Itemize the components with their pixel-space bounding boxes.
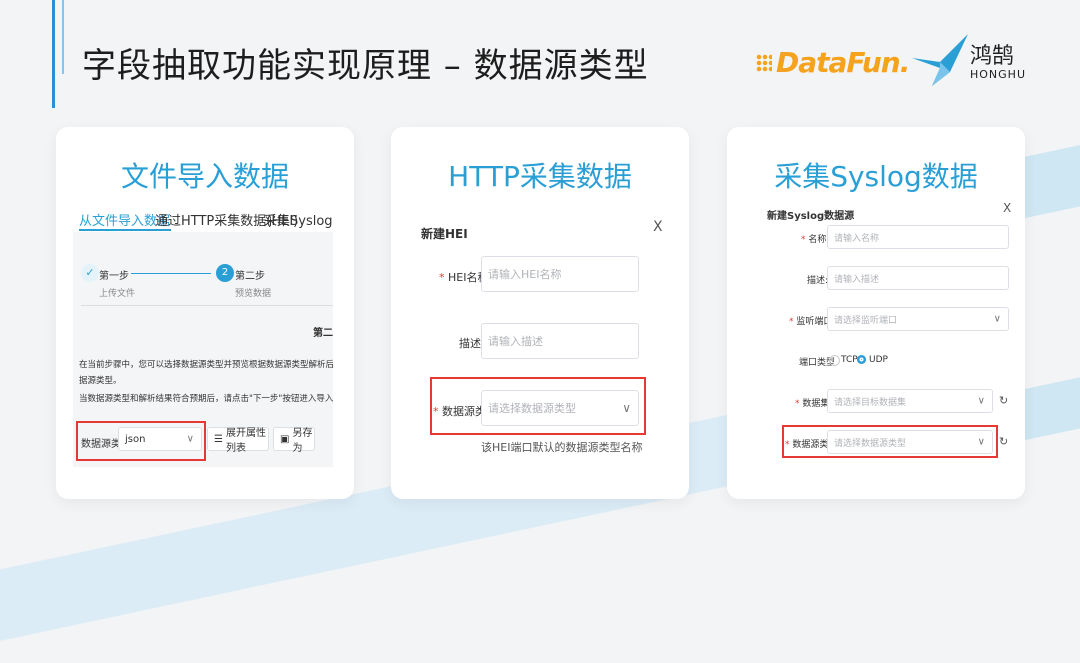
highlight-box bbox=[430, 377, 646, 435]
hei-name-placeholder: 请输入HEI名称 bbox=[488, 268, 562, 281]
save-icon: ▣ bbox=[280, 433, 290, 445]
dialog-title: 新建HEI bbox=[421, 227, 468, 241]
step-2-sub: 预览数据 bbox=[235, 289, 272, 299]
dataset-select[interactable]: 请选择目标数据集 ∨ bbox=[827, 389, 993, 413]
tab-syslog[interactable]: 采集Syslog数据 bbox=[264, 210, 333, 229]
dialog-title: 新建Syslog数据源 bbox=[767, 211, 855, 222]
save-as-button[interactable]: ▣ 另存为 bbox=[273, 427, 315, 454]
highlight-box bbox=[782, 425, 998, 458]
bird-icon bbox=[912, 34, 968, 86]
save-as-label: 另存为 bbox=[292, 428, 313, 454]
accent-line bbox=[52, 0, 55, 108]
udp-radio[interactable] bbox=[857, 355, 866, 364]
card-http: HTTP采集数据 新建HEI X * HEI名称: 请输入HEI名称 描述: 请… bbox=[391, 127, 689, 499]
honghu-logo-en: HONGHU bbox=[970, 68, 1027, 81]
name-input[interactable]: 请输入名称 bbox=[827, 225, 1009, 249]
name-label: * 名称: bbox=[801, 232, 829, 245]
required-mark: * bbox=[439, 271, 448, 284]
listen-port-select[interactable]: 请选择监听端口 ∨ bbox=[827, 307, 1009, 331]
honghu-logo: 鸿鹄 HONGHU bbox=[910, 32, 1030, 92]
listen-port-placeholder: 请选择监听端口 bbox=[834, 315, 898, 326]
highlight-box bbox=[76, 421, 206, 461]
description-placeholder: 请输入描述 bbox=[488, 335, 543, 348]
step-2-label: 第二步 bbox=[235, 271, 265, 282]
card-file-import: 文件导入数据 从文件导入数据 通过HTTP采集数据(HEI) 采集Syslog数… bbox=[56, 127, 354, 499]
description-placeholder: 请输入描述 bbox=[834, 274, 880, 285]
name-placeholder: 请输入名称 bbox=[834, 233, 880, 244]
step-connector bbox=[131, 273, 211, 274]
step-1-label: 第一步 bbox=[99, 271, 129, 282]
datafun-logo-text: DataFun. bbox=[776, 46, 910, 79]
instruction-text-1: 在当前步骤中，您可以选择数据源类型并预览根据数据源类型解析后的数据内容。您可以通… bbox=[79, 360, 333, 370]
step-divider bbox=[81, 305, 333, 306]
dataset-placeholder: 请选择目标数据集 bbox=[834, 397, 907, 408]
instruction-text-2: 当数据源类型和解析结果符合预期后，请点击"下一步"按钮进入导入数据页面。 bbox=[79, 394, 333, 404]
tab-active-underline bbox=[79, 229, 171, 231]
chevron-down-icon: ∨ bbox=[977, 395, 985, 407]
description-input[interactable]: 请输入描述 bbox=[481, 323, 639, 359]
card-syslog: 采集Syslog数据 新建Syslog数据源 X * 名称: 请输入名称 描述:… bbox=[727, 127, 1025, 499]
datasource-type-hint: 该HEI端口默认的数据源类型名称 bbox=[481, 441, 643, 454]
close-icon[interactable]: X bbox=[1003, 201, 1011, 215]
refresh-icon[interactable]: ↻ bbox=[999, 394, 1008, 407]
step-1-sub: 上传文件 bbox=[99, 289, 136, 299]
card-title: 采集Syslog数据 bbox=[774, 160, 978, 193]
expand-attributes-label: 展开属性列表 bbox=[225, 428, 266, 454]
close-icon[interactable]: X bbox=[653, 219, 663, 235]
list-icon: ☰ bbox=[214, 433, 223, 445]
chevron-down-icon: ∨ bbox=[993, 313, 1001, 325]
refresh-icon[interactable]: ↻ bbox=[999, 435, 1008, 448]
page-title: 字段抽取功能实现原理 – 数据源类型 bbox=[82, 46, 649, 86]
step-1-circle: ✓ bbox=[81, 264, 99, 282]
card-title: 文件导入数据 bbox=[120, 160, 289, 193]
tcp-radio[interactable] bbox=[829, 355, 840, 366]
card-title: HTTP采集数据 bbox=[448, 160, 632, 193]
datafun-logo: DataFun. bbox=[756, 46, 910, 79]
instruction-text-1b: 据源类型。 bbox=[79, 376, 122, 386]
accent-line-secondary bbox=[62, 0, 64, 74]
hei-name-input[interactable]: 请输入HEI名称 bbox=[481, 256, 639, 292]
step-header: 第二步 bbox=[313, 328, 333, 339]
description-label: 描述: bbox=[807, 276, 829, 286]
datafun-dots-icon bbox=[756, 53, 772, 72]
udp-label: UDP bbox=[869, 355, 888, 365]
tcp-label: TCP bbox=[841, 355, 858, 365]
expand-attributes-button[interactable]: ☰ 展开属性列表 bbox=[207, 427, 269, 454]
step-2-circle: 2 bbox=[216, 264, 234, 282]
honghu-logo-cn: 鸿鹄 bbox=[970, 44, 1015, 69]
description-input[interactable]: 请输入描述 bbox=[827, 266, 1009, 290]
